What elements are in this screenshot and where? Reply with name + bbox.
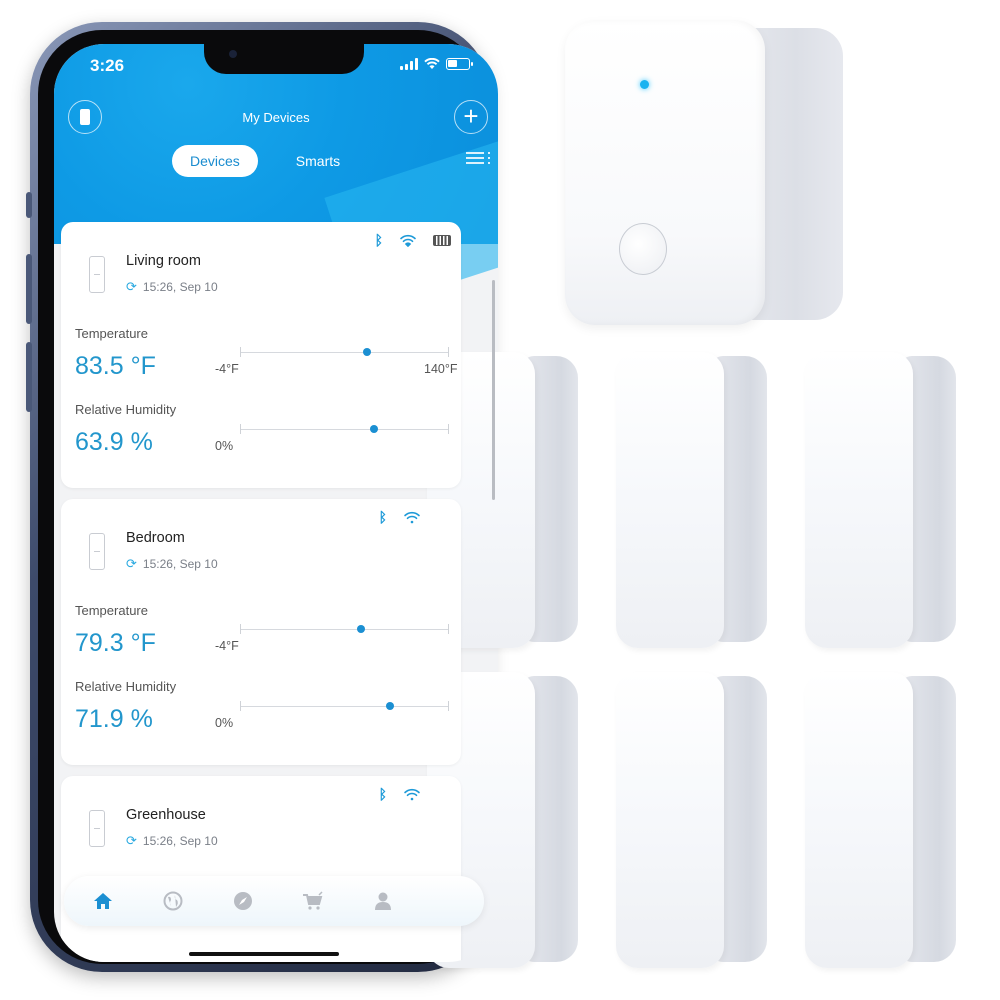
last-sync: ⟳ 15:26, Sep 10 [126, 833, 218, 849]
mute-switch [26, 192, 32, 218]
hub-pair-button [619, 223, 667, 275]
nav-profile[interactable] [372, 890, 394, 912]
device-card-bedroom[interactable]: ᛒ Bedroom ⟳ 15:26, Sep 10 Temperature 79… [61, 499, 461, 765]
humidity-min: 0% [215, 716, 234, 730]
sensor-front [805, 352, 913, 648]
home-icon [94, 893, 112, 909]
last-sync: ⟳ 15:26, Sep 10 [126, 556, 218, 572]
view-tabs: Devices Smarts [172, 145, 358, 177]
tab-smarts[interactable]: Smarts [278, 145, 358, 177]
sync-icon: ⟳ [126, 556, 137, 571]
sensor-unit [616, 672, 768, 970]
temperature-label: Temperature [75, 603, 148, 618]
cellular-signal-icon [400, 58, 418, 70]
hub-front-panel [565, 20, 765, 325]
app-screen: 3:26 My Devices + Devices Smarts ᛒ Livin… [54, 44, 498, 962]
device-name: Bedroom [126, 530, 185, 546]
humidity-label: Relative Humidity [75, 402, 177, 417]
volume-down-button [26, 342, 32, 412]
volume-up-button [26, 254, 32, 324]
bottom-tab-bar [64, 876, 484, 926]
sync-icon: ⟳ [126, 833, 137, 848]
sync-time: 15:26, Sep 10 [142, 834, 218, 848]
smartphone: 3:26 My Devices + Devices Smarts ᛒ Livin… [26, 22, 498, 972]
sensor-thumbnail [89, 533, 105, 570]
temperature-min: -4°F [215, 362, 239, 376]
battery-full-icon [433, 234, 451, 246]
connectivity-icons: ᛒ [379, 786, 421, 802]
list-menu-icon[interactable] [466, 152, 490, 164]
nav-discover[interactable] [232, 890, 254, 912]
nav-shop[interactable] [302, 890, 324, 912]
temperature-value: 79.3 °F [75, 629, 156, 657]
humidity-value: 71.9 % [75, 705, 153, 733]
temperature-range-bar [240, 347, 449, 357]
hub-status-led [640, 80, 649, 89]
sensor-front [805, 672, 913, 968]
bluetooth-icon: ᛒ [378, 509, 387, 525]
device-card-greenhouse[interactable]: ᛒ Greenhouse ⟳ 15:26, Sep 10 [61, 776, 461, 962]
sync-icon: ⟳ [126, 279, 137, 294]
tab-devices[interactable]: Devices [172, 145, 258, 177]
device-name: Living room [126, 253, 201, 269]
cart-icon [303, 891, 323, 910]
humidity-indicator [369, 425, 378, 433]
sync-time: 15:26, Sep 10 [142, 557, 218, 571]
sensor-unit [616, 352, 768, 650]
temperature-range-bar [240, 624, 449, 634]
connectivity-icons: ᛒ [375, 232, 451, 248]
sensor-thumbnail [89, 810, 105, 847]
status-time: 3:26 [90, 56, 125, 75]
scrollbar[interactable] [492, 280, 495, 500]
humidity-min: 0% [215, 439, 234, 453]
nav-home[interactable] [92, 890, 114, 912]
nav-explore[interactable] [162, 890, 184, 912]
home-indicator [189, 952, 339, 956]
battery-status-icon [446, 58, 473, 70]
wifi-status-icon [424, 58, 440, 69]
humidity-value: 63.9 % [75, 428, 153, 456]
sensor-unit [805, 352, 957, 650]
wifi-icon [404, 511, 420, 524]
last-sync: ⟳ 15:26, Sep 10 [126, 279, 218, 295]
wifi-icon [400, 234, 416, 247]
sensor-thumbnail [89, 256, 105, 293]
temperature-value: 83.5 °F [75, 352, 156, 380]
humidity-range-bar [240, 424, 449, 434]
connectivity-icons: ᛒ [379, 509, 421, 525]
sensor-unit [805, 672, 957, 970]
notch [204, 44, 364, 74]
temperature-indicator [356, 625, 365, 633]
device-name: Greenhouse [126, 807, 206, 823]
front-camera [229, 50, 237, 58]
wifi-gateway-hub [565, 20, 845, 325]
humidity-range-bar [240, 701, 449, 711]
wifi-icon [404, 788, 420, 801]
humidity-indicator [386, 702, 395, 710]
sync-time: 15:26, Sep 10 [142, 280, 218, 294]
page-title: My Devices [242, 110, 310, 125]
device-card-living-room[interactable]: ᛒ Living room ⟳ 15:26, Sep 10 Temperatur… [61, 222, 461, 488]
temperature-max: 140°F [424, 362, 458, 376]
add-device-button[interactable]: + [454, 100, 488, 134]
temperature-indicator [362, 348, 371, 356]
temperature-label: Temperature [75, 326, 148, 341]
user-icon [375, 892, 391, 910]
humidity-label: Relative Humidity [75, 679, 177, 694]
bluetooth-icon: ᛒ [378, 786, 387, 802]
status-icons [400, 58, 473, 70]
temperature-min: -4°F [215, 639, 239, 653]
sensor-front [616, 352, 724, 648]
compass-icon [234, 892, 252, 910]
bluetooth-icon: ᛒ [374, 232, 383, 248]
globe-icon [163, 891, 183, 911]
sensor-front [616, 672, 724, 968]
